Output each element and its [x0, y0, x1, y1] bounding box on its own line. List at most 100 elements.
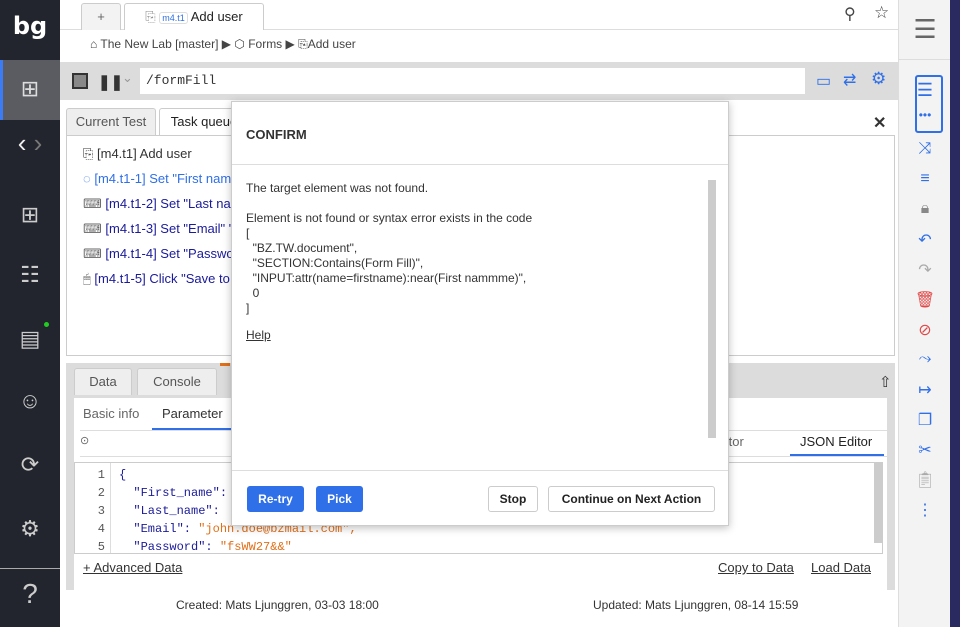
tab-basic-info[interactable]: Basic info — [83, 406, 139, 421]
help-icon[interactable]: ? — [0, 578, 60, 610]
breadcrumb-module[interactable]: Forms — [248, 37, 282, 51]
active-indicator — [220, 363, 230, 366]
caret-icon: ▶ — [221, 37, 232, 51]
dialog-message: The target element was not found. — [246, 181, 429, 195]
users-icon[interactable]: ☺ — [0, 388, 60, 414]
notification-dot — [44, 322, 49, 327]
components-icon[interactable]: ⊞ — [0, 202, 60, 228]
tab-data[interactable]: Data — [74, 368, 132, 395]
tab-badge: m4.t1 — [159, 12, 188, 24]
dialog-title: CONFIRM — [246, 127, 307, 142]
dialog-detail: Element is not found or syntax error exi… — [246, 211, 533, 315]
redo-icon[interactable]: ↷ — [899, 260, 951, 280]
keyboard-icon: ⌨ — [83, 196, 106, 211]
tab-label: Add user — [190, 9, 243, 24]
sync-icon[interactable]: ⟳ — [0, 452, 60, 478]
copy-to-data-link[interactable]: Copy to Data — [718, 560, 794, 575]
back-forward-icons[interactable]: ‹ › — [0, 128, 60, 159]
test-icon: ⎘ — [145, 9, 156, 24]
line-number: 1 — [97, 468, 105, 482]
merge-icon[interactable]: ⤨ — [899, 140, 951, 158]
created-info: Created: Mats Ljunggren, 03-03 18:00 — [176, 598, 379, 612]
keyboard-icon: ⌨ — [83, 246, 106, 261]
divider — [232, 470, 728, 471]
breadcrumb: ⌂ The New Lab [master] ▶ ⬡ Forms ▶ ⎘Add … — [90, 37, 356, 52]
sitemap-icon: ⊞ — [20, 76, 40, 101]
load-data-link[interactable]: Load Data — [811, 560, 871, 575]
forward-icon[interactable]: › — [34, 128, 43, 158]
caret-icon: ▶ — [285, 37, 295, 51]
more-icon[interactable]: ⋮ — [899, 500, 951, 520]
debug-icon[interactable]: ☷ — [0, 262, 60, 288]
menu-icon[interactable]: ☰ — [899, 0, 951, 60]
window-icon[interactable]: ▭ — [816, 71, 831, 91]
breadcrumb-test[interactable]: Add user — [308, 37, 356, 51]
mouse-icon: 🖱 — [83, 271, 95, 286]
list-item[interactable]: 🖱 [m4.t1-5] Click "Save to — [83, 271, 230, 287]
stop-icon[interactable] — [72, 73, 88, 89]
gear-icon[interactable]: ⚙ — [871, 69, 886, 89]
lock-icon[interactable]: 🔒︎ — [899, 200, 951, 218]
code-line: "Last_name": — [119, 504, 228, 518]
test-icon: ⎘ — [83, 146, 98, 161]
script-icon[interactable]: ▤ — [0, 326, 60, 352]
close-icon[interactable]: ✕ — [873, 113, 886, 133]
confirm-dialog: CONFIRM The target element was not found… — [231, 101, 729, 526]
chevron-down-icon[interactable]: ⌄ — [122, 70, 133, 86]
disable-icon[interactable]: ⊘ — [899, 320, 951, 340]
branch-icon[interactable]: ⤳ — [899, 350, 951, 368]
pause-icon[interactable]: ❚❚ — [98, 73, 123, 91]
breadcrumb-project[interactable]: The New Lab [master] — [100, 37, 218, 51]
divider — [0, 568, 60, 569]
reset-icon[interactable]: ⊙ — [80, 434, 89, 447]
list-view-icon[interactable]: ☰ — [899, 80, 951, 101]
stop-button[interactable]: Stop — [488, 486, 538, 512]
list-item[interactable]: ⌨ [m4.t1-4] Set "Password" — [83, 246, 250, 262]
scrollbar[interactable] — [874, 463, 882, 543]
list-item[interactable]: ⌨ [m4.t1-2] Set "Last name" — [83, 196, 253, 212]
list-item[interactable]: ⎘ [m4.t1] Add user — [83, 146, 192, 162]
tab-json-editor[interactable]: JSON Editor — [790, 428, 884, 456]
paste-icon[interactable]: 📋︎ — [899, 470, 951, 490]
new-tab-button[interactable]: + — [81, 3, 121, 30]
list-item[interactable]: ◌ [m4.t1-1] Set "First name" — [83, 171, 243, 186]
line-number: 3 — [97, 504, 105, 518]
move-icon[interactable]: ↦ — [899, 380, 951, 400]
copy-icon[interactable]: ❐ — [899, 410, 951, 430]
advanced-data-link[interactable]: + Advanced Data — [83, 560, 182, 575]
pick-button[interactable]: Pick — [316, 486, 363, 512]
line-number: 2 — [97, 486, 105, 500]
tree-view-icon[interactable]: ••• — [899, 108, 951, 122]
delete-icon[interactable]: 🗑︎ — [899, 290, 951, 310]
retry-button[interactable]: Re-try — [247, 486, 304, 512]
settings-icon[interactable]: ⚙ — [0, 516, 60, 542]
expand-up-icon[interactable]: ⇧ — [879, 373, 892, 391]
continue-button[interactable]: Continue on Next Action — [548, 486, 715, 512]
tab-current-test[interactable]: Current Test — [66, 108, 156, 135]
right-toolbar: ☰ ☰ ••• ⤨ ≡ 🔒︎ ↶ ↷ 🗑︎ ⊘ ⤳ ↦ ❐ ✂ 📋︎ ⋮ — [898, 0, 951, 627]
list-item[interactable]: ⌨ [m4.t1-3] Set "Email" "e — [83, 221, 241, 237]
search-icon[interactable]: ⚲ — [844, 4, 856, 24]
code-line: "First_name": — [119, 486, 235, 500]
home-icon: ⌂ — [90, 37, 98, 51]
tab-bar: + ⎘ m4.t1 Add user ⚲ ☆ — [60, 0, 898, 30]
line-number: 4 — [97, 522, 105, 536]
tab-parameter[interactable]: Parameter — [152, 406, 232, 430]
undo-icon[interactable]: ↶ — [899, 230, 951, 250]
window-edge — [950, 0, 960, 627]
sidebar-item-sitemap[interactable]: ⊞ — [0, 60, 60, 120]
scrollbar[interactable] — [708, 180, 716, 438]
cut-icon[interactable]: ✂ — [899, 440, 951, 460]
logo: bg — [12, 12, 48, 40]
star-icon[interactable]: ☆ — [874, 3, 889, 23]
help-link[interactable]: Help — [246, 328, 271, 342]
swap-icon[interactable]: ⇄ — [843, 70, 856, 90]
test-icon: ⎘ — [298, 37, 308, 51]
tab-add-user[interactable]: ⎘ m4.t1 Add user — [124, 3, 264, 30]
tab-console[interactable]: Console — [137, 368, 217, 395]
divider — [232, 164, 728, 165]
sort-icon[interactable]: ≡ — [899, 170, 951, 188]
url-input[interactable]: /formFill — [140, 68, 805, 94]
keyboard-icon: ⌨ — [83, 221, 106, 236]
spinner-icon: ◌ — [83, 171, 95, 186]
